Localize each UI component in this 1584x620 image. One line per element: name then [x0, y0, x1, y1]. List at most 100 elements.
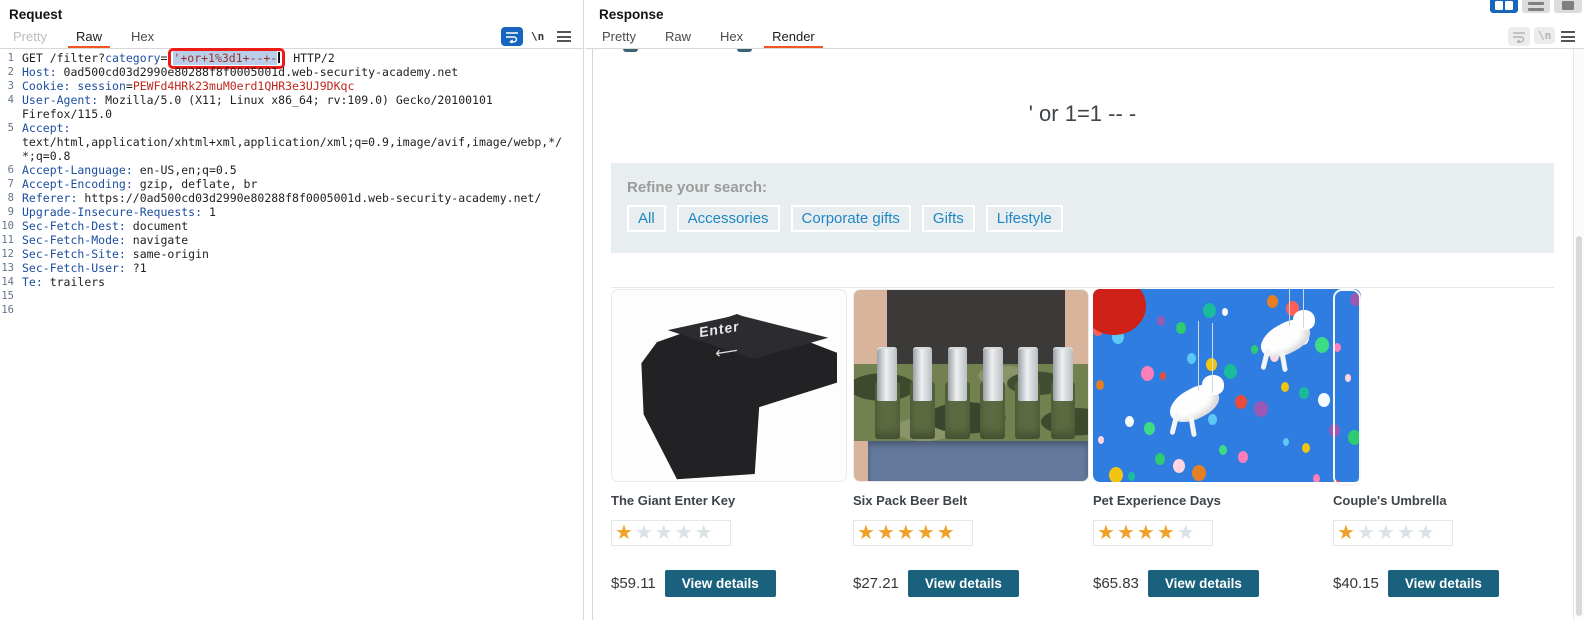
view-details-button[interactable]: View details	[1388, 570, 1499, 597]
line-text: Accept-Encoding: gzip, deflate, br	[18, 177, 257, 191]
code-line: 14Te: trailers	[0, 275, 583, 289]
star-icon: ★	[877, 523, 897, 543]
line-text: GET /filter?category='+or+1%3d1+--+- HTT…	[18, 51, 335, 65]
star-rating: ★★★★★	[1093, 520, 1213, 546]
balloon	[1281, 382, 1289, 392]
star-icon: ★	[937, 523, 957, 543]
code-line: Firefox/115.0	[0, 107, 583, 121]
refine-search-label: Refine your search:	[627, 179, 1538, 196]
search-term-heading: ' or 1=1 -- -	[611, 101, 1554, 127]
balloon	[1222, 308, 1228, 316]
line-number: 12	[0, 247, 18, 261]
balloon	[1313, 474, 1320, 482]
response-tab-hex[interactable]: Hex	[712, 27, 751, 48]
line-number: 11	[0, 233, 18, 247]
line-number: 1	[0, 51, 18, 65]
star-rating: ★★★★★	[1333, 520, 1453, 546]
line-text	[18, 303, 22, 317]
category-filters: All Accessories Corporate gifts Gifts Lifest…	[627, 205, 1538, 232]
response-tab-raw[interactable]: Raw	[657, 27, 699, 48]
line-text: Sec-Fetch-Dest: document	[18, 219, 188, 233]
vertical-scrollbar[interactable]	[1573, 49, 1584, 620]
code-line: 7Accept-Encoding: gzip, deflate, br	[0, 177, 583, 191]
line-number: 3	[0, 79, 18, 93]
product-image-empty	[1333, 289, 1361, 486]
view-details-button[interactable]: View details	[908, 570, 1019, 597]
request-editor[interactable]: 1GET /filter?category='+or+1%3d1+--+- HT…	[0, 51, 583, 317]
line-text: Sec-Fetch-User: ?1	[18, 261, 147, 275]
star-rating: ★★★★★	[853, 520, 973, 546]
filter-button-corporate-gifts[interactable]: Corporate gifts	[791, 205, 911, 232]
code-line: 10Sec-Fetch-Dest: document	[0, 219, 583, 233]
balloon	[1155, 453, 1165, 465]
star-icon: ★	[1377, 523, 1397, 543]
balloon	[1254, 401, 1268, 417]
line-number	[0, 149, 18, 163]
star-icon: ★	[1397, 523, 1417, 543]
request-tab-hex[interactable]: Hex	[123, 27, 162, 48]
balloon	[1235, 395, 1247, 409]
balloon	[1315, 337, 1329, 353]
star-icon: ★	[1417, 523, 1437, 543]
balloon	[1096, 380, 1104, 390]
wrap-lines-icon-disabled[interactable]	[1508, 27, 1530, 46]
columns-layout-icon[interactable]	[1490, 0, 1518, 13]
line-text: Accept-Language: en-US,en;q=0.5	[18, 163, 237, 177]
product-name: Six Pack Beer Belt	[853, 493, 1093, 508]
filter-button-lifestyle[interactable]: Lifestyle	[986, 205, 1063, 232]
wrap-lines-glyph	[505, 31, 519, 43]
token-text: 0ad500cd03d2990e80288f8f0005001d.web-sec…	[57, 65, 459, 79]
line-number	[0, 135, 18, 149]
token-text: document	[126, 219, 188, 233]
line-text: *;q=0.8	[18, 149, 70, 163]
price-row: $65.83 View details	[1093, 569, 1333, 597]
product-price: $65.83	[1093, 575, 1139, 592]
balloon	[1187, 353, 1196, 364]
render-viewport: ' or 1=1 -- - Refine your search: All Acc…	[592, 49, 1584, 620]
token-name: Accept-Language:	[22, 163, 133, 177]
response-tab-render[interactable]: Render	[764, 27, 823, 48]
view-details-button[interactable]: View details	[665, 570, 776, 597]
newline-icon[interactable]: \n	[531, 30, 544, 43]
filter-button-all[interactable]: All	[627, 205, 666, 232]
scrollbar-thumb[interactable]	[1576, 236, 1582, 616]
star-icon: ★	[675, 523, 695, 543]
filter-button-accessories[interactable]: Accessories	[677, 205, 780, 232]
render-content: ' or 1=1 -- - Refine your search: All Acc…	[611, 101, 1554, 597]
menu-icon[interactable]	[1561, 31, 1575, 42]
product-image-enter-key: Enter⟵	[611, 289, 847, 482]
filter-button-gifts[interactable]: Gifts	[922, 205, 975, 232]
star-icon: ★	[917, 523, 937, 543]
single-panel-icon[interactable]	[1554, 0, 1582, 13]
token-text: https://0ad500cd03d2990e80288f8f0005001d…	[77, 191, 541, 205]
rows-layout-icon[interactable]	[1522, 0, 1550, 13]
code-line: *;q=0.8	[0, 149, 583, 163]
response-tab-pretty[interactable]: Pretty	[594, 27, 644, 48]
product-card: Pet Experience Days★★★★★$65.83View detai…	[1093, 288, 1333, 597]
view-details-button[interactable]: View details	[1148, 570, 1259, 597]
request-tab-pretty[interactable]: Pretty	[5, 27, 55, 48]
wrap-lines-glyph	[1512, 31, 1526, 43]
wrap-lines-icon[interactable]	[501, 27, 523, 46]
token-name: Cookie:	[22, 79, 70, 93]
line-text: Accept:	[18, 121, 70, 135]
line-text: text/html,application/xhtml+xml,applicat…	[18, 135, 562, 149]
line-number	[0, 107, 18, 121]
balloon	[1318, 393, 1330, 407]
balloon	[1109, 467, 1123, 482]
line-text: Te: trailers	[18, 275, 105, 289]
newline-icon-disabled[interactable]: \n	[1534, 27, 1555, 44]
menu-icon[interactable]	[557, 31, 571, 42]
balloon	[1251, 345, 1258, 354]
token-value: PEWFd4HRk23muM0erd1QHR3e3UJ9DKqc	[133, 79, 355, 93]
request-tab-raw[interactable]: Raw	[68, 27, 110, 48]
product-image-spacer	[1333, 288, 1554, 482]
line-number: 5	[0, 121, 18, 135]
line-number: 4	[0, 93, 18, 107]
balloon	[1157, 316, 1165, 326]
token-text: =	[126, 79, 133, 93]
enter-arrow-icon: ⟵	[715, 340, 738, 364]
line-number: 6	[0, 163, 18, 177]
star-icon: ★	[897, 523, 917, 543]
token-name: Sec-Fetch-Mode:	[22, 233, 126, 247]
